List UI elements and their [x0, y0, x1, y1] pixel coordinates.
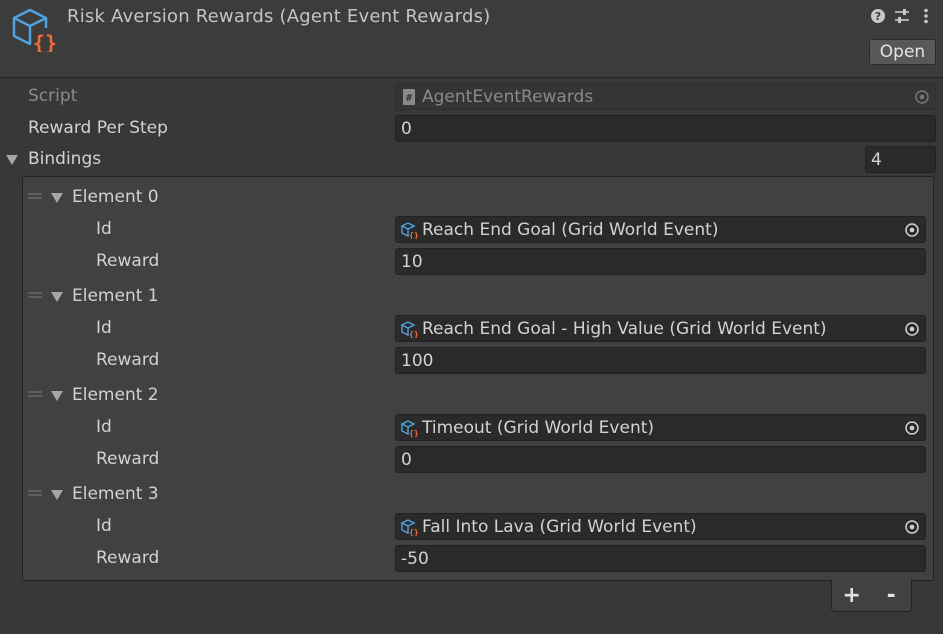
svg-text:{}: {}: [409, 429, 418, 437]
id-label: Id: [96, 219, 112, 239]
scriptable-object-icon: {}: [12, 8, 57, 52]
remove-element-button[interactable]: -: [878, 583, 904, 608]
scriptable-object-icon: {}: [400, 221, 418, 239]
scriptable-object-icon: {}: [400, 419, 418, 437]
reward-field[interactable]: 100: [395, 347, 926, 374]
header-tools: ?: [869, 6, 935, 26]
svg-text:{}: {}: [409, 231, 418, 239]
script-value: AgentEventRewards: [422, 86, 594, 107]
reward-per-step-field[interactable]: 0: [395, 115, 936, 142]
svg-text:{}: {}: [33, 31, 57, 52]
object-picker-icon[interactable]: [903, 320, 921, 338]
add-element-button[interactable]: +: [839, 583, 865, 608]
id-label: Id: [96, 516, 112, 536]
drag-handle-icon[interactable]: [28, 391, 42, 397]
reward-per-step-label: Reward Per Step: [28, 118, 168, 138]
element-foldout-arrow[interactable]: [51, 193, 63, 203]
id-label: Id: [96, 318, 112, 338]
id-object-field[interactable]: {} Reach End Goal (Grid World Event): [395, 216, 926, 243]
bindings-size-field[interactable]: 4: [865, 146, 936, 173]
element-foldout-arrow[interactable]: [51, 292, 63, 302]
object-picker-icon[interactable]: [903, 518, 921, 536]
scriptable-object-icon: {}: [400, 320, 418, 338]
inspector-title: Risk Aversion Rewards (Agent Event Rewar…: [67, 6, 491, 27]
svg-text:{}: {}: [409, 330, 418, 338]
object-picker-icon: [915, 90, 929, 104]
more-icon[interactable]: [917, 7, 935, 25]
element-label[interactable]: Element 0: [72, 187, 159, 207]
inspector-header: {} Risk Aversion Rewards (Agent Event Re…: [0, 0, 943, 78]
object-picker-icon[interactable]: [903, 221, 921, 239]
id-value: Fall Into Lava (Grid World Event): [422, 516, 697, 537]
svg-text:#: #: [406, 93, 412, 104]
element-label[interactable]: Element 2: [72, 385, 159, 405]
id-object-field[interactable]: {} Fall Into Lava (Grid World Event): [395, 513, 926, 540]
list-footer: + -: [831, 580, 912, 612]
reward-field[interactable]: 0: [395, 446, 926, 473]
drag-handle-icon[interactable]: [28, 490, 42, 496]
object-picker-icon[interactable]: [903, 419, 921, 437]
id-label: Id: [96, 417, 112, 437]
element-foldout-arrow[interactable]: [51, 490, 63, 500]
bindings-foldout-arrow[interactable]: [6, 155, 18, 165]
script-file-icon: #: [403, 88, 415, 105]
open-button[interactable]: Open: [869, 39, 936, 65]
svg-text:{}: {}: [409, 528, 418, 536]
id-object-field[interactable]: {} Reach End Goal - High Value (Grid Wor…: [395, 315, 926, 342]
reward-label: Reward: [96, 449, 160, 469]
script-label: Script: [28, 86, 78, 106]
reward-field[interactable]: -50: [395, 545, 926, 572]
element-foldout-arrow[interactable]: [51, 391, 63, 401]
reward-label: Reward: [96, 251, 160, 271]
help-icon[interactable]: ?: [869, 7, 887, 25]
drag-handle-icon[interactable]: [28, 193, 42, 199]
svg-text:?: ?: [875, 10, 881, 23]
id-object-field[interactable]: {} Timeout (Grid World Event): [395, 414, 926, 441]
element-label[interactable]: Element 3: [72, 484, 159, 504]
id-value: Reach End Goal - High Value (Grid World …: [422, 318, 827, 339]
bindings-label[interactable]: Bindings: [28, 149, 101, 169]
reward-label: Reward: [96, 350, 160, 370]
drag-handle-icon[interactable]: [28, 292, 42, 298]
reward-field[interactable]: 10: [395, 248, 926, 275]
presets-icon[interactable]: [893, 7, 911, 25]
element-label[interactable]: Element 1: [72, 286, 159, 306]
id-value: Reach End Goal (Grid World Event): [422, 219, 719, 240]
reward-label: Reward: [96, 548, 160, 568]
scriptable-object-icon: {}: [400, 518, 418, 536]
id-value: Timeout (Grid World Event): [422, 417, 655, 438]
script-field: # AgentEventRewards: [395, 83, 936, 110]
